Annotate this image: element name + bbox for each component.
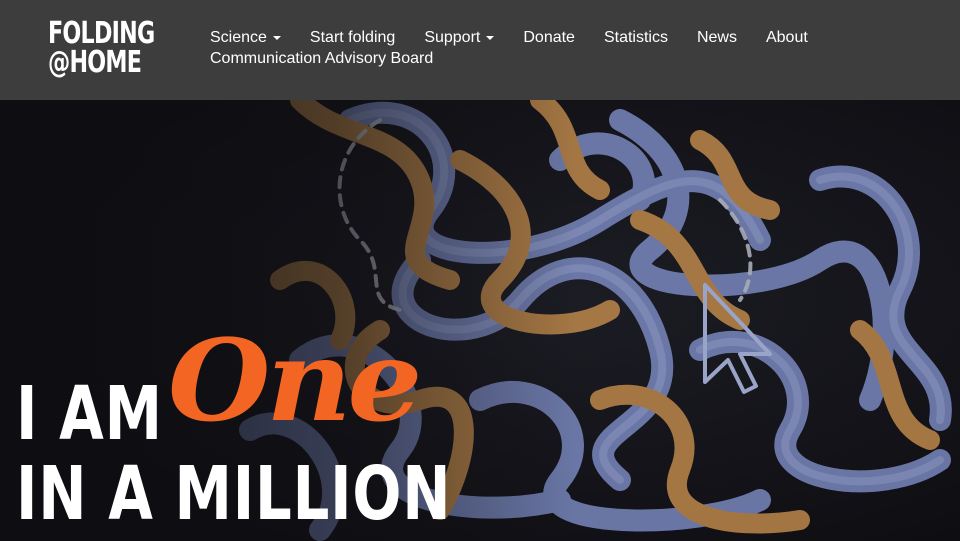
hero-highlight-one: One (168, 316, 422, 447)
hero-line-2: IN A MILLION (16, 451, 452, 537)
nav-start-folding-label: Start folding (309, 29, 396, 46)
nav-support-label: Support (424, 29, 481, 46)
logo-line-2: @HOME (48, 45, 142, 80)
nav-donate-label: Donate (523, 29, 575, 46)
nav-science[interactable]: Science (210, 27, 281, 48)
nav-donate[interactable]: Donate (523, 27, 575, 48)
nav-statistics[interactable]: Statistics (604, 27, 668, 48)
logo-line-1: FOLDING (48, 16, 155, 51)
nav-support[interactable]: Support (424, 27, 495, 48)
nav-about[interactable]: About (766, 27, 808, 48)
nav-news[interactable]: News (697, 27, 737, 48)
navbar: FOLDING @HOME Science Start folding Supp… (0, 0, 960, 100)
nav-communication-advisory-board[interactable]: Communication Advisory Board (210, 48, 433, 69)
nav-news-label: News (696, 29, 737, 46)
caret-down-icon (486, 35, 495, 40)
nav-statistics-label: Statistics (603, 29, 668, 46)
nav-about-label: About (765, 29, 808, 46)
nav-science-label: Science (210, 29, 267, 46)
main-nav: Science Start folding Support Donate Sta… (210, 27, 910, 69)
nav-cab-label: Communication Advisory Board (210, 50, 434, 67)
caret-down-icon (272, 35, 281, 40)
site-logo[interactable]: FOLDING @HOME (48, 16, 155, 80)
hero-line-1: I AM (16, 371, 163, 457)
nav-start-folding[interactable]: Start folding (310, 27, 395, 48)
